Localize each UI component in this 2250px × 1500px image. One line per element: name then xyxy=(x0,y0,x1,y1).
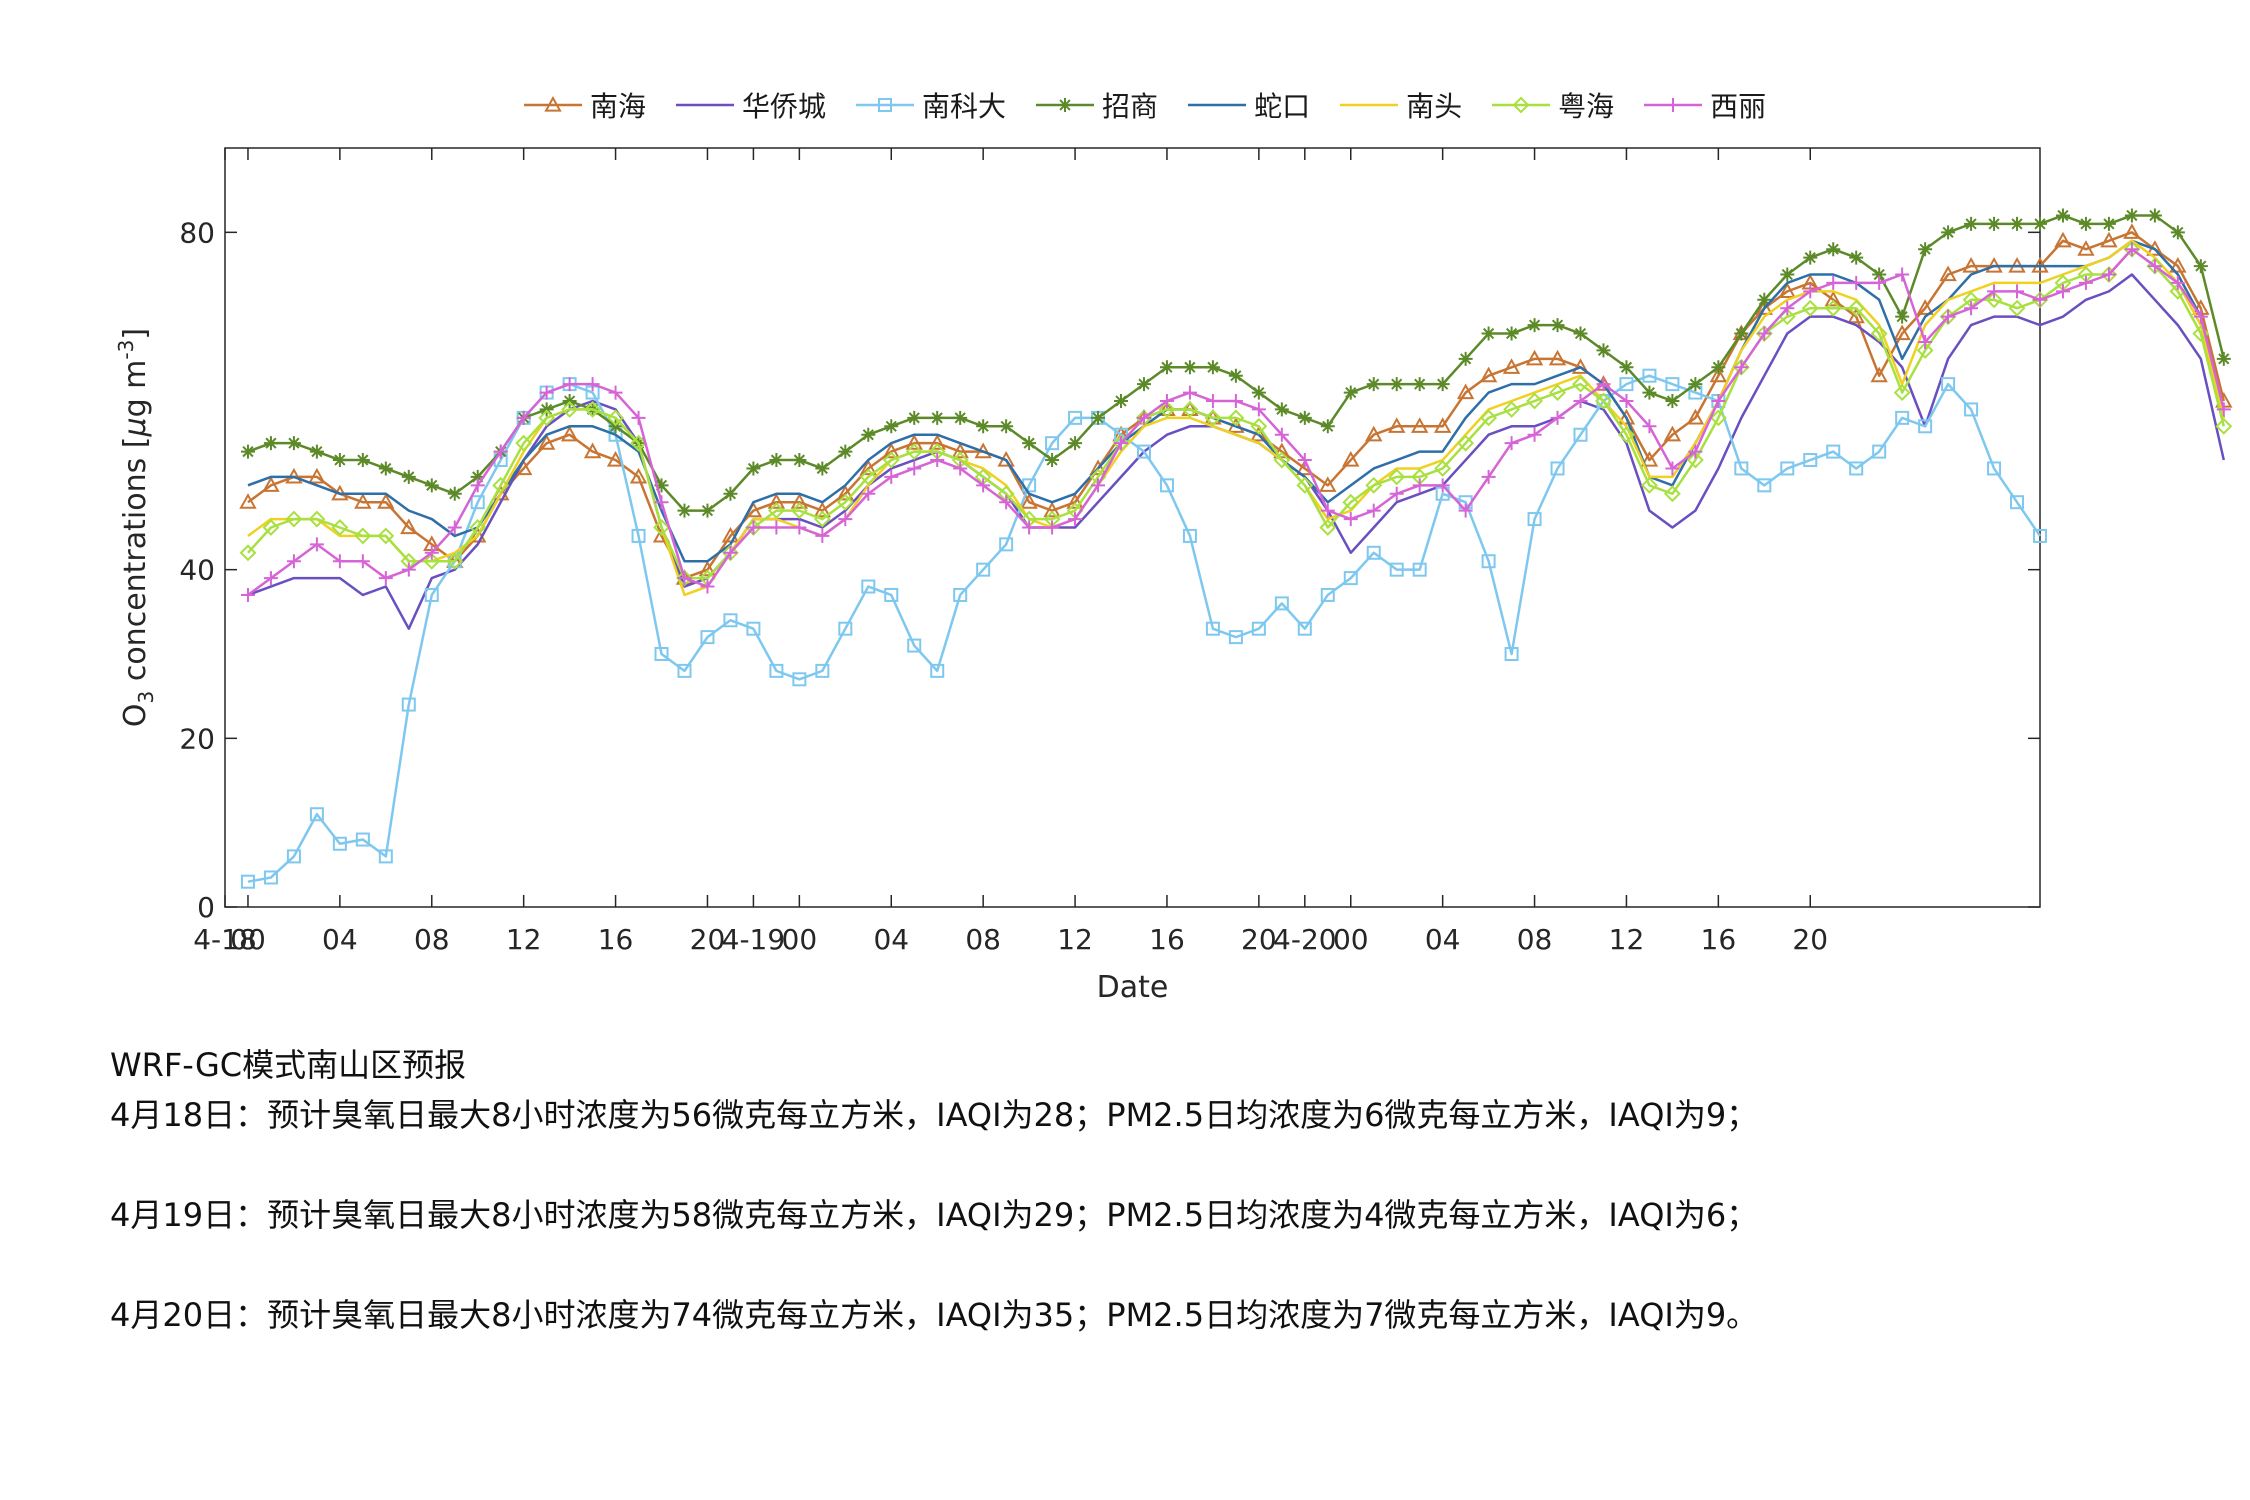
data-point xyxy=(2033,216,2047,231)
x-tick-label: 4-20 xyxy=(1273,923,1337,956)
x-tick-label: 08 xyxy=(414,923,450,956)
data-point xyxy=(2147,208,2162,223)
x-tick-label: 08 xyxy=(965,923,1001,956)
forecast-line-2: 4月19日：预计臭氧日最大8小时浓度为58微克每立方米，IAQI为29；PM2.… xyxy=(110,1196,1759,1234)
x-tick-label: 08 xyxy=(1517,923,1553,956)
forecast-line-3: 4月20日：预计臭氧日最大8小时浓度为74微克每立方米，IAQI为35；PM2.… xyxy=(110,1296,1759,1334)
data-point xyxy=(1458,351,1473,366)
x-tick-label: 12 xyxy=(1609,923,1645,956)
data-point xyxy=(2055,208,2070,223)
data-point xyxy=(1045,453,1060,468)
y-tick-label: 0 xyxy=(197,891,215,924)
y-tick-label: 20 xyxy=(179,722,215,755)
x-tick-label: 04 xyxy=(873,923,909,956)
forecast-text: WRF-GC模式南山区预报 4月18日：预计臭氧日最大8小时浓度为56微克每立方… xyxy=(110,1040,2210,1340)
x-tick-label: 20 xyxy=(1241,923,1277,956)
data-point xyxy=(1757,292,1772,307)
y-tick-label: 80 xyxy=(179,216,215,249)
data-point xyxy=(1389,377,1404,392)
x-tick-label: 16 xyxy=(1701,923,1737,956)
data-point xyxy=(1573,326,1588,341)
data-point xyxy=(2216,351,2231,366)
data-point xyxy=(1320,419,1335,434)
y-tick-label: 40 xyxy=(179,554,215,587)
data-point xyxy=(1918,242,1933,257)
data-point xyxy=(2170,225,2185,240)
x-tick-label: 4-19 xyxy=(722,923,786,956)
data-point xyxy=(240,444,255,459)
data-point xyxy=(447,486,462,501)
data-point xyxy=(539,402,554,417)
x-tick-label: 12 xyxy=(1057,923,1093,956)
data-point xyxy=(378,461,393,476)
x-tick-label: 16 xyxy=(1149,923,1185,956)
data-point xyxy=(1274,402,1289,417)
data-point xyxy=(2193,259,2208,274)
data-point xyxy=(1091,410,1106,425)
data-point xyxy=(746,461,761,476)
data-point xyxy=(263,436,278,451)
data-point xyxy=(2101,216,2116,231)
y-axis-label: O3 concentrations [μg m-3] xyxy=(114,328,158,727)
data-point xyxy=(1665,394,1680,408)
data-point xyxy=(861,427,876,442)
data-point xyxy=(1803,250,1818,265)
data-point xyxy=(2078,216,2093,231)
data-point xyxy=(1688,377,1703,392)
forecast-title: WRF-GC模式南山区预报 xyxy=(110,1046,467,1084)
data-point xyxy=(309,444,324,459)
data-point xyxy=(1550,318,1565,333)
x-tick-label: 20 xyxy=(690,923,726,956)
data-point xyxy=(1159,360,1174,375)
data-point xyxy=(1849,250,1864,265)
data-point xyxy=(1022,436,1037,451)
data-point xyxy=(2078,275,2093,290)
x-tick-label: 20 xyxy=(1792,923,1828,956)
forecast-line-1: 4月18日：预计臭氧日最大8小时浓度为56微克每立方米，IAQI为28；PM2.… xyxy=(110,1096,1759,1134)
data-point xyxy=(1228,368,1243,383)
data-point xyxy=(286,436,301,451)
data-point xyxy=(1619,360,1634,375)
plot-area xyxy=(224,147,2041,908)
data-point xyxy=(332,453,347,468)
x-tick-label: 04 xyxy=(1425,923,1461,956)
data-point xyxy=(1987,216,2002,231)
data-point xyxy=(1964,216,1979,231)
x-tick-label: 16 xyxy=(598,923,634,956)
x-tick-label: 04 xyxy=(322,923,358,956)
x-tick-label: 00 xyxy=(782,923,818,956)
data-point xyxy=(2124,208,2139,223)
o3-line-chart: 02040804-1800 04 08 12 16 204-1900 04 08 12 16 204… xyxy=(114,147,2233,1005)
x-axis-label: Date xyxy=(1097,970,1169,1005)
data-point xyxy=(424,478,439,493)
x-tick-label: 00 xyxy=(230,923,266,956)
data-point xyxy=(1734,326,1749,341)
data-point xyxy=(401,469,416,484)
data-point xyxy=(1343,385,1358,400)
data-point xyxy=(1205,360,1220,375)
data-point xyxy=(1504,326,1519,341)
data-point xyxy=(355,453,370,468)
x-tick-label: 00 xyxy=(1333,923,1369,956)
data-point xyxy=(1435,377,1450,392)
x-tick-label: 12 xyxy=(506,923,542,956)
